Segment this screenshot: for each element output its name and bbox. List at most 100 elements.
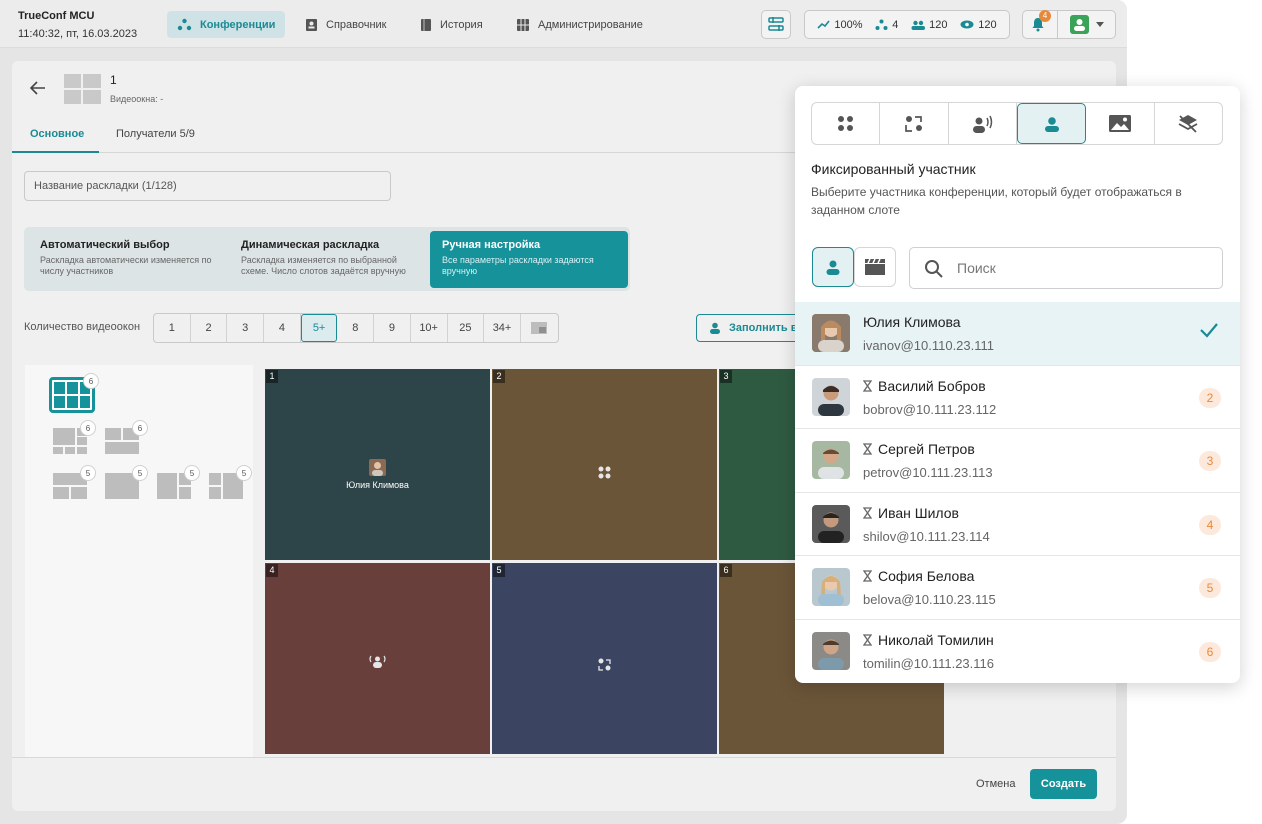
count-option[interactable]: 34+	[484, 314, 521, 342]
switch-icon	[598, 658, 611, 671]
count-option[interactable]: 4	[264, 314, 301, 342]
users-icon	[911, 20, 926, 30]
user-icon	[1044, 116, 1059, 132]
avatar	[369, 459, 386, 476]
slot-count-badge: 5	[80, 465, 96, 481]
participant-name: Юлия Климова	[863, 314, 961, 330]
search-placeholder: Поиск	[957, 260, 996, 276]
slot-4[interactable]: 4	[265, 563, 490, 754]
participant-email: belova@10.110.23.115	[863, 592, 996, 607]
nav-history[interactable]: История	[410, 11, 493, 38]
slot-count-badge: 6	[132, 420, 148, 436]
custom-layout-option[interactable]	[521, 314, 558, 342]
nav-label: Справочник	[326, 18, 387, 31]
divider	[1057, 11, 1058, 38]
tab-main[interactable]: Основное	[12, 126, 99, 153]
slot-participant-name: Юлия Климова	[346, 480, 409, 490]
fill-button[interactable]: Заполнить в	[696, 314, 806, 342]
participant-row[interactable]: Василий Бобров bobrov@10.111.23.112 2	[795, 366, 1240, 429]
slot-count-badge: 5	[184, 465, 200, 481]
user-icon	[826, 260, 840, 275]
slot-number-badge: 6	[1199, 641, 1221, 662]
nav-contacts[interactable]: Справочник	[295, 11, 397, 38]
slot-source-popup: Фиксированный участник Выберите участник…	[795, 86, 1240, 683]
layout-presets: 6 6 6 5 5 5 5	[25, 365, 253, 757]
hourglass-icon	[863, 570, 872, 582]
slot-type-switch[interactable]	[880, 103, 949, 144]
avatar	[812, 441, 850, 479]
layout-settings-button[interactable]	[761, 10, 791, 39]
auto-select-icon	[837, 115, 853, 131]
switch-icon	[905, 115, 922, 132]
slot-count-badge: 6	[80, 420, 96, 436]
hourglass-icon	[863, 443, 872, 455]
slot-type-fixed-participant[interactable]	[1016, 103, 1087, 144]
video-count-label: Количество видеоокон	[24, 321, 141, 333]
layout-title: 1	[110, 73, 117, 87]
conference-icon	[177, 18, 192, 30]
participant-name: Сергей Петров	[863, 441, 975, 457]
hourglass-icon	[863, 506, 872, 519]
nav-label: Администрирование	[538, 18, 643, 31]
cancel-button[interactable]: Отмена	[976, 778, 1015, 790]
nav-conferences[interactable]: Конференции	[167, 11, 286, 38]
participant-email: petrov@10.111.23.113	[863, 465, 993, 480]
user-icon	[1074, 19, 1085, 31]
slot-count-badge: 6	[83, 373, 99, 389]
participant-row[interactable]: Николай Томилин tomilin@10.111.23.116 6	[795, 620, 1240, 684]
slot-type-image[interactable]	[1086, 103, 1155, 144]
check-icon	[1200, 323, 1218, 338]
history-icon	[421, 18, 431, 31]
participant-name: Василий Бобров	[863, 378, 986, 394]
search-input[interactable]: Поиск	[909, 247, 1223, 289]
participant-name: Иван Шилов	[863, 505, 959, 521]
layout-name-input[interactable]: Название раскладки (1/128)	[24, 171, 391, 201]
layout-mode-selector: Автоматический выбор Раскладка автоматиче…	[24, 227, 630, 291]
slot-count-badge: 5	[132, 465, 148, 481]
speaker-icon	[973, 115, 993, 133]
user-controls: 4	[1022, 10, 1116, 39]
count-option[interactable]: 9	[374, 314, 411, 342]
contacts-icon	[306, 18, 317, 31]
count-option[interactable]: 25	[448, 314, 485, 342]
participant-row[interactable]: Сергей Петров petrov@10.111.23.113 3	[795, 429, 1240, 493]
count-option[interactable]: 3	[227, 314, 265, 342]
create-button[interactable]: Создать	[1030, 769, 1097, 799]
slot-type-disabled[interactable]	[1155, 103, 1222, 144]
count-option[interactable]: 10+	[411, 314, 448, 342]
count-option[interactable]: 2	[191, 314, 228, 342]
admin-icon	[517, 18, 529, 31]
nav-admin[interactable]: Администрирование	[506, 11, 653, 38]
count-option-selected[interactable]: 5+	[300, 314, 338, 342]
back-arrow-icon[interactable]	[30, 81, 46, 95]
tab-recipients[interactable]: Получатели 5/9	[116, 126, 195, 153]
participant-row-selected[interactable]: Юлия Климова ivanov@10.110.23.111	[795, 302, 1240, 366]
filter-media[interactable]	[854, 247, 896, 287]
footer: Отмена Создать	[12, 757, 1116, 811]
slot-type-speaker[interactable]	[949, 103, 1017, 144]
app-name: TrueConf MCU	[18, 10, 95, 22]
count-option[interactable]: 8	[337, 314, 375, 342]
slot-5[interactable]: 5	[492, 563, 717, 754]
datetime: 11:40:32, пт, 16.03.2023	[18, 28, 138, 40]
slot-1[interactable]: 1 Юлия Климова	[265, 369, 490, 560]
participant-row[interactable]: София Белова belova@10.110.23.115 5	[795, 556, 1240, 620]
filter-users[interactable]	[812, 247, 854, 287]
avatar[interactable]	[1070, 15, 1089, 34]
stat-users: 120	[911, 19, 948, 31]
layers-off-icon	[1178, 114, 1198, 133]
mode-auto[interactable]: Автоматический выбор Раскладка автоматиче…	[28, 231, 224, 288]
chevron-down-icon[interactable]	[1096, 22, 1104, 27]
mode-dynamic[interactable]: Динамическая раскладка Раскладка изменяет…	[229, 231, 425, 288]
popup-description: Выберите участника конференции, который …	[811, 185, 1182, 217]
top-bar: TrueConf MCU 11:40:32, пт, 16.03.2023 Ко…	[0, 0, 1127, 48]
participant-email: shilov@10.111.23.114	[863, 528, 990, 544]
count-option[interactable]: 1	[154, 314, 191, 342]
slot-type-auto[interactable]	[812, 103, 881, 144]
participant-email: ivanov@10.110.23.111	[863, 338, 995, 353]
slot-number-badge: 5	[1199, 578, 1221, 598]
notifications-button[interactable]: 4	[1031, 10, 1051, 33]
mode-manual[interactable]: Ручная настройка Все параметры раскладки …	[430, 231, 628, 288]
participant-row[interactable]: Иван Шилов shilov@10.111.23.114 4	[795, 493, 1240, 556]
slot-2[interactable]: 2	[492, 369, 717, 560]
